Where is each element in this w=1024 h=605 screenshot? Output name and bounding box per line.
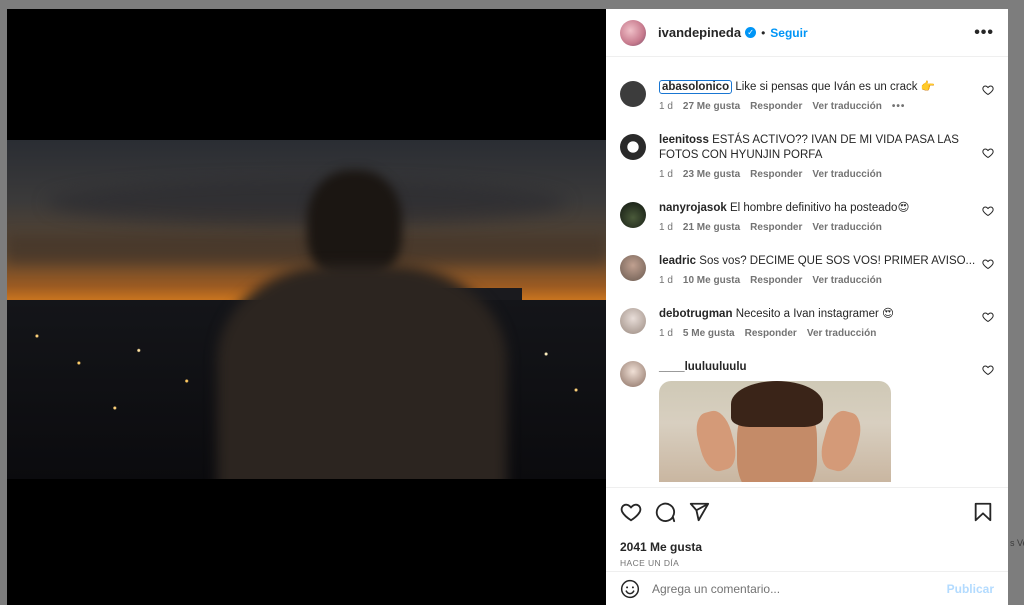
comment: ____luuluuluulu <box>620 360 994 482</box>
likes-count[interactable]: 2041 Me gusta <box>620 540 994 554</box>
comment-username[interactable]: leenitoss <box>659 134 709 146</box>
emoji-icon[interactable] <box>620 579 640 599</box>
comment-username[interactable]: debotrugman <box>659 308 732 320</box>
author-username[interactable]: ivandepineda <box>658 25 741 40</box>
comment-age[interactable]: 1 d <box>659 275 673 286</box>
comment-text: El hombre definitivo ha posteado😍 <box>729 202 910 214</box>
more-options-icon[interactable]: ••• <box>974 24 994 42</box>
heart-icon[interactable] <box>982 364 994 376</box>
comment-likes[interactable]: 5 Me gusta <box>683 328 735 339</box>
translate-button[interactable]: Ver traducción <box>807 328 876 339</box>
heart-icon[interactable] <box>982 147 994 159</box>
reply-button[interactable]: Responder <box>745 328 797 339</box>
avatar[interactable] <box>620 308 646 334</box>
avatar[interactable] <box>620 134 646 160</box>
comment-username[interactable]: abasolonico <box>659 80 733 94</box>
comment-text: Sos vos? DECIME QUE SOS VOS! PRIMER AVIS… <box>699 255 976 267</box>
comment-more-icon[interactable]: ••• <box>892 101 906 112</box>
comment-text: Like si pensas que Iván es un crack 👉 <box>735 81 936 93</box>
post-media[interactable] <box>7 9 606 605</box>
comment-text: Necesito a Ivan instagramer 😍 <box>735 308 895 320</box>
comment: leadric Sos vos? DECIME QUE SOS VOS! PRI… <box>620 254 994 286</box>
person-body <box>217 265 507 479</box>
comment-age[interactable]: 1 d <box>659 222 673 233</box>
comment: debotrugman Necesito a Ivan instagramer … <box>620 307 994 339</box>
comment-username[interactable]: nanyrojasok <box>659 202 727 214</box>
person-head <box>307 170 402 280</box>
translate-button[interactable]: Ver traducción <box>812 101 881 112</box>
avatar[interactable] <box>620 19 646 46</box>
avatar[interactable] <box>620 202 646 228</box>
person-silhouette <box>217 170 507 479</box>
video-frame[interactable] <box>7 140 606 479</box>
avatar[interactable] <box>620 81 646 107</box>
comment-likes[interactable]: 27 Me gusta <box>683 101 740 112</box>
verified-icon: ✓ <box>745 27 757 38</box>
reply-button[interactable]: Responder <box>750 169 802 180</box>
add-comment-bar: Publicar <box>606 571 1008 605</box>
avatar[interactable] <box>620 255 646 281</box>
comment: nanyrojasok El hombre definitivo ha post… <box>620 201 994 233</box>
gif-hair <box>731 381 823 427</box>
translate-button[interactable]: Ver traducción <box>812 169 881 180</box>
comment-age[interactable]: 1 d <box>659 328 673 339</box>
gif-reply[interactable] <box>659 381 891 482</box>
comment-icon[interactable] <box>654 501 676 523</box>
reply-button[interactable]: Responder <box>750 275 802 286</box>
follow-button[interactable]: Seguir <box>770 26 807 40</box>
comment-username[interactable]: ____luuluuluulu <box>659 361 747 373</box>
heart-icon[interactable] <box>982 258 994 270</box>
translate-button[interactable]: Ver traducción <box>812 275 881 286</box>
comment-input[interactable] <box>652 581 932 596</box>
post-actions: 2041 Me gusta HACE UN DÍA <box>606 487 1008 568</box>
post-timestamp[interactable]: HACE UN DÍA <box>620 558 994 568</box>
heart-icon[interactable] <box>982 311 994 323</box>
comments-list[interactable]: abasolonico Like si pensas que Iván es u… <box>606 58 1008 482</box>
comment-likes[interactable]: 23 Me gusta <box>683 169 740 180</box>
publish-button[interactable]: Publicar <box>947 582 994 596</box>
post-modal: ivandepineda ✓ • Seguir ••• abasolonico … <box>7 9 1008 605</box>
post-header: ivandepineda ✓ • Seguir ••• <box>606 9 1008 57</box>
separator-dot: • <box>761 25 766 40</box>
comment: leenitoss ESTÁS ACTIVO?? IVAN DE MI VIDA… <box>620 133 994 180</box>
share-icon[interactable] <box>688 501 710 523</box>
comment-age[interactable]: 1 d <box>659 169 673 180</box>
translate-button[interactable]: Ver traducción <box>812 222 881 233</box>
comment-likes[interactable]: 21 Me gusta <box>683 222 740 233</box>
comment: abasolonico Like si pensas que Iván es u… <box>620 80 994 112</box>
reply-button[interactable]: Responder <box>750 222 802 233</box>
bookmark-icon[interactable] <box>972 501 994 523</box>
comment-likes[interactable]: 10 Me gusta <box>683 275 740 286</box>
reply-button[interactable]: Responder <box>750 101 802 112</box>
background-text-peek: s Ve <box>1010 538 1024 548</box>
avatar[interactable] <box>620 361 646 387</box>
heart-icon[interactable] <box>982 205 994 217</box>
heart-icon[interactable] <box>982 84 994 96</box>
comment-age[interactable]: 1 d <box>659 101 673 112</box>
comment-username[interactable]: leadric <box>659 255 696 267</box>
heart-icon[interactable] <box>620 501 642 523</box>
gif-hand <box>816 407 866 475</box>
post-side-panel: ivandepineda ✓ • Seguir ••• abasolonico … <box>606 9 1008 605</box>
